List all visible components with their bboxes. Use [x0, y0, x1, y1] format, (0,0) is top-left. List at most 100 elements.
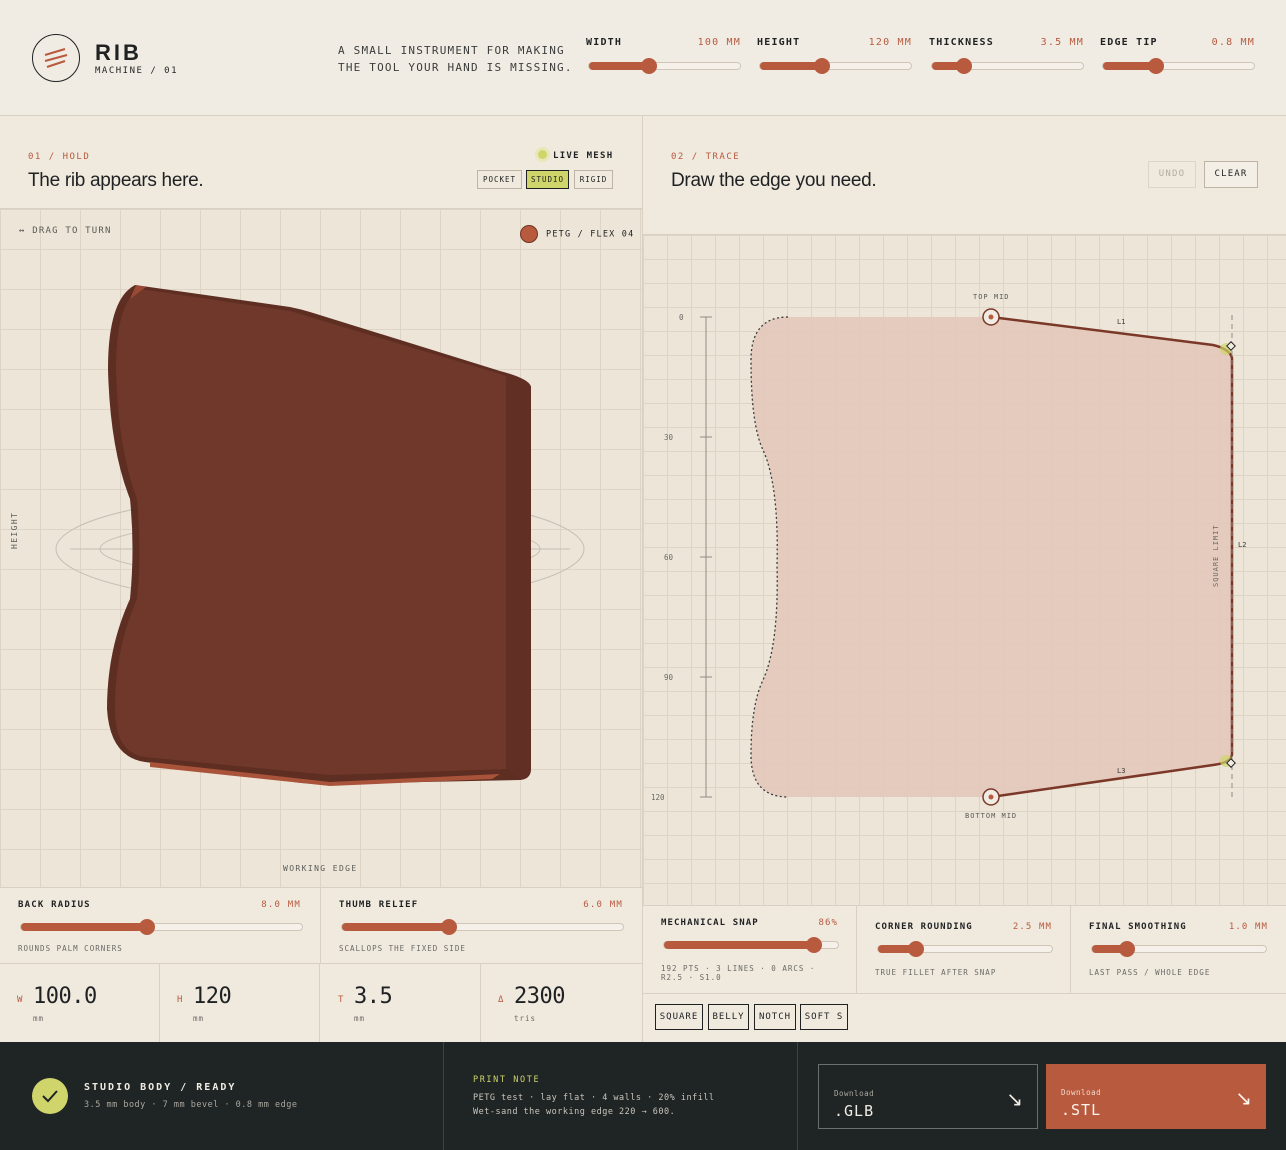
- corner-rounding-value: 2.5 MM: [1012, 922, 1052, 932]
- stat-unit: mm: [33, 1014, 45, 1023]
- 3d-viewport[interactable]: ↔ DRAG TO TURN PETG / FLEX 04 HEIGHT WOR…: [0, 208, 642, 888]
- thumb-relief-knob[interactable]: [440, 919, 457, 935]
- live-mesh-indicator: LIVE MESH: [538, 150, 613, 161]
- edge-tip-value: 0.8 MM: [1211, 37, 1255, 48]
- snap-value: 86%: [818, 918, 838, 928]
- stl-label: .STL: [1061, 1101, 1102, 1119]
- stat-value: 3.5: [354, 984, 393, 1009]
- download-stl-button[interactable]: Download .STL ↘: [1046, 1064, 1266, 1129]
- back-radius-value: 8.0 MM: [261, 900, 301, 910]
- stat-key: W: [17, 995, 23, 1005]
- thickness-track[interactable]: [931, 58, 1084, 74]
- tick-label: 60: [664, 553, 674, 562]
- corner-rounding-track[interactable]: [877, 941, 1053, 957]
- material-selector[interactable]: PETG / FLEX 04: [520, 225, 634, 243]
- logo-mark: [32, 34, 80, 82]
- app-subtitle: MACHINE / 01: [95, 66, 179, 76]
- trace-canvas[interactable]: 0 30 60 90 120 TOP MID BOTTOM MID L1 L2 …: [643, 234, 1286, 906]
- width-label: WIDTH: [586, 37, 623, 48]
- final-smoothing-value: 1.0 MM: [1228, 922, 1268, 932]
- thumb-relief-control[interactable]: THUMB RELIEF 6.0 MM SCALLOPS THE FIXED S…: [321, 888, 642, 964]
- download-glb-button[interactable]: Download .GLB ↘: [818, 1064, 1038, 1129]
- print-note-line-1: PETG test · lay flat · 4 walls · 20% inf…: [473, 1093, 715, 1103]
- final-smoothing-track[interactable]: [1091, 941, 1267, 957]
- trace-panel: 02 / TRACE Draw the edge you need. UNDO …: [643, 116, 1286, 1042]
- back-radius-control[interactable]: BACK RADIUS 8.0 MM ROUNDS PALM CORNERS: [0, 888, 321, 964]
- back-radius-hint: ROUNDS PALM CORNERS: [18, 944, 123, 953]
- print-note-title: PRINT NOTE: [473, 1075, 541, 1085]
- tick-label: 120: [651, 793, 665, 802]
- hold-panel: 01 / HOLD The rib appears here. LIVE MES…: [0, 116, 643, 1042]
- height-axis-label: HEIGHT: [10, 511, 19, 549]
- shape-soft-s-button[interactable]: SOFT S: [800, 1004, 848, 1030]
- height-fill: [760, 62, 822, 70]
- arrow-down-right-icon: ↘: [1006, 1089, 1023, 1111]
- snap-knob[interactable]: [805, 937, 822, 953]
- edge-tip-knob[interactable]: [1147, 58, 1164, 74]
- thickness-value: 3.5 MM: [1040, 37, 1084, 48]
- hold-title: The rib appears here.: [28, 170, 204, 191]
- thumb-relief-value: 6.0 MM: [583, 900, 623, 910]
- thumb-relief-track[interactable]: [341, 919, 624, 935]
- corner-rounding-label: CORNER ROUNDING: [875, 922, 973, 932]
- tagline: A SMALL INSTRUMENT FOR MAKING THE TOOL Y…: [338, 42, 573, 76]
- mode-pocket-button[interactable]: POCKET: [477, 170, 522, 189]
- trace-section-label: 02 / TRACE: [671, 152, 741, 162]
- stat-triangles: Δ 2300 tris: [481, 964, 641, 1042]
- back-radius-track[interactable]: [20, 919, 303, 935]
- height-knob[interactable]: [813, 58, 830, 74]
- thumb-relief-fill: [342, 923, 449, 931]
- stat-width: W 100.0 mm: [0, 964, 160, 1042]
- thickness-knob[interactable]: [955, 58, 972, 74]
- stat-height: H 120 mm: [160, 964, 320, 1042]
- l3-label: L3: [1117, 767, 1126, 775]
- print-note-line-2: Wet-sand the working edge 220 → 600.: [473, 1107, 676, 1117]
- hold-section-label: 01 / HOLD: [28, 152, 91, 162]
- snap-label: MECHANICAL SNAP: [661, 918, 759, 928]
- thumb-relief-label: THUMB RELIEF: [339, 900, 419, 910]
- mechanical-snap-control[interactable]: MECHANICAL SNAP 86% 192 PTS · 3 LINES · …: [643, 906, 857, 994]
- corner-rounding-knob[interactable]: [908, 941, 925, 957]
- height-track[interactable]: [759, 58, 912, 74]
- live-dot-icon: [538, 150, 547, 159]
- trace-controls: MECHANICAL SNAP 86% 192 PTS · 3 LINES · …: [643, 906, 1286, 994]
- rib-model: [55, 285, 585, 786]
- shape-notch-button[interactable]: NOTCH: [754, 1004, 796, 1030]
- mode-rigid-button[interactable]: RIGID: [574, 170, 613, 189]
- shape-belly-button[interactable]: BELLY: [708, 1004, 749, 1030]
- ready-title: STUDIO BODY / READY: [84, 1082, 237, 1093]
- arrow-down-right-icon: ↘: [1235, 1088, 1252, 1110]
- mode-studio-button[interactable]: STUDIO: [526, 170, 569, 189]
- tick-label: 0: [679, 313, 684, 322]
- undo-button[interactable]: UNDO: [1148, 161, 1196, 188]
- trace-title: Draw the edge you need.: [671, 170, 877, 191]
- final-smoothing-knob[interactable]: [1118, 941, 1135, 957]
- back-radius-knob[interactable]: [139, 919, 156, 935]
- width-knob[interactable]: [641, 58, 658, 74]
- snap-track[interactable]: [663, 937, 839, 953]
- rib-logo-icon: [44, 47, 67, 68]
- footer-divider: [797, 1042, 798, 1150]
- width-fill: [589, 62, 650, 70]
- l2-label: L2: [1238, 541, 1247, 549]
- app-title: RIB: [95, 40, 142, 65]
- clear-button[interactable]: CLEAR: [1204, 161, 1258, 188]
- live-mesh-label: LIVE MESH: [553, 151, 614, 161]
- final-smoothing-control[interactable]: FINAL SMOOTHING 1.0 MM LAST PASS / WHOLE…: [1071, 906, 1286, 994]
- stat-key: Δ: [498, 995, 504, 1005]
- tagline-line-1: A SMALL INSTRUMENT FOR MAKING: [338, 44, 565, 57]
- edge-tip-track[interactable]: [1102, 58, 1255, 74]
- stat-unit: mm: [193, 1014, 205, 1023]
- stat-key: T: [338, 995, 344, 1005]
- corner-rounding-control[interactable]: CORNER ROUNDING 2.5 MM TRUE FILLET AFTER…: [857, 906, 1071, 994]
- shape-square-button[interactable]: SQUARE: [655, 1004, 703, 1030]
- height-label: HEIGHT: [757, 37, 801, 48]
- top-bar: RIB MACHINE / 01 A SMALL INSTRUMENT FOR …: [0, 0, 1286, 116]
- stat-value: 100.0: [33, 984, 97, 1009]
- bottom-mid-label: BOTTOM MID: [965, 812, 1018, 820]
- final-smoothing-hint: LAST PASS / WHOLE EDGE: [1089, 968, 1211, 977]
- footer-divider: [443, 1042, 444, 1150]
- width-track[interactable]: [588, 58, 741, 74]
- stat-thickness: T 3.5 mm: [321, 964, 481, 1042]
- snap-fill: [664, 941, 814, 949]
